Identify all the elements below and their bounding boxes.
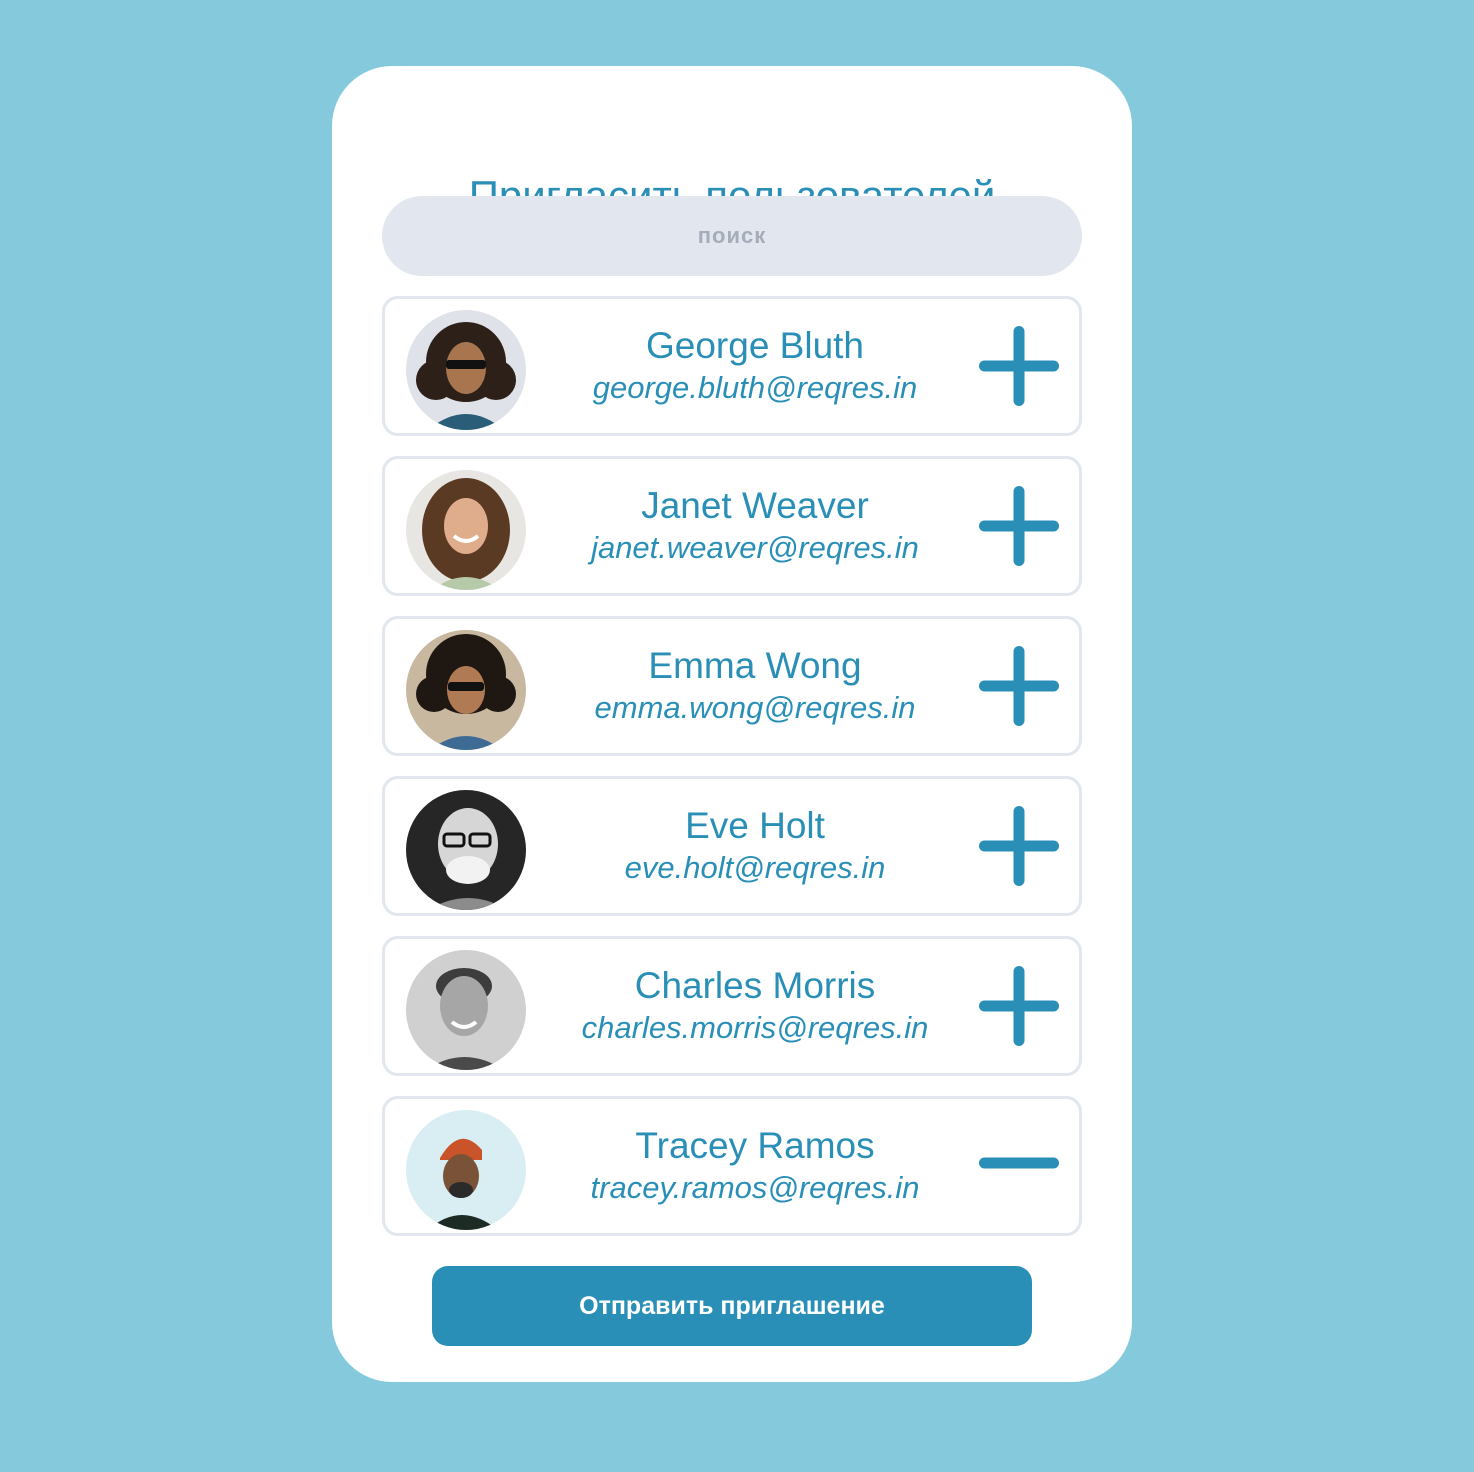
user-info: Emma Wong emma.wong@reqres.in: [545, 619, 965, 753]
avatar: [406, 950, 526, 1070]
user-row: Emma Wong emma.wong@reqres.in: [382, 616, 1082, 756]
user-name: Tracey Ramos: [635, 1125, 875, 1166]
user-email: emma.wong@reqres.in: [594, 690, 916, 725]
user-info: George Bluth george.bluth@reqres.in: [545, 299, 965, 433]
plus-icon: [979, 486, 1059, 566]
user-email: george.bluth@reqres.in: [592, 370, 918, 405]
add-user-button[interactable]: [979, 326, 1059, 406]
user-row: George Bluth george.bluth@reqres.in: [382, 296, 1082, 436]
user-email: tracey.ramos@reqres.in: [590, 1170, 920, 1205]
user-email: eve.holt@reqres.in: [624, 850, 886, 885]
avatar: [406, 1110, 526, 1230]
user-list: George Bluth george.bluth@reqres.in Jane…: [382, 296, 1082, 1256]
add-user-button[interactable]: [979, 966, 1059, 1046]
avatar: [406, 310, 526, 430]
send-invitation-button[interactable]: Отправить приглашение: [432, 1266, 1032, 1346]
user-email: janet.weaver@reqres.in: [591, 530, 919, 565]
user-info: Janet Weaver janet.weaver@reqres.in: [545, 459, 965, 593]
avatar: [406, 790, 526, 910]
add-user-button[interactable]: [979, 806, 1059, 886]
avatar: [406, 470, 526, 590]
user-email: charles.morris@reqres.in: [581, 1010, 929, 1045]
user-row: Charles Morris charles.morris@reqres.in: [382, 936, 1082, 1076]
plus-icon: [979, 966, 1059, 1046]
user-info: Charles Morris charles.morris@reqres.in: [545, 939, 965, 1073]
plus-icon: [979, 806, 1059, 886]
user-name: George Bluth: [645, 325, 865, 366]
avatar: [406, 630, 526, 750]
user-info: Eve Holt eve.holt@reqres.in: [545, 779, 965, 913]
invite-users-dialog: Пригласить пользователей George Bluth ge…: [332, 66, 1132, 1382]
minus-icon: [979, 1157, 1059, 1169]
user-info: Tracey Ramos tracey.ramos@reqres.in: [545, 1099, 965, 1233]
plus-icon: [979, 326, 1059, 406]
user-name: Emma Wong: [648, 645, 862, 686]
add-user-button[interactable]: [979, 486, 1059, 566]
remove-user-button[interactable]: [979, 1126, 1059, 1206]
user-row: Tracey Ramos tracey.ramos@reqres.in: [382, 1096, 1082, 1236]
user-name: Charles Morris: [634, 965, 876, 1006]
plus-icon: [979, 646, 1059, 726]
search-input[interactable]: [382, 196, 1082, 276]
user-row: Janet Weaver janet.weaver@reqres.in: [382, 456, 1082, 596]
user-name: Eve Holt: [685, 805, 825, 846]
user-row: Eve Holt eve.holt@reqres.in: [382, 776, 1082, 916]
add-user-button[interactable]: [979, 646, 1059, 726]
user-name: Janet Weaver: [641, 485, 869, 526]
